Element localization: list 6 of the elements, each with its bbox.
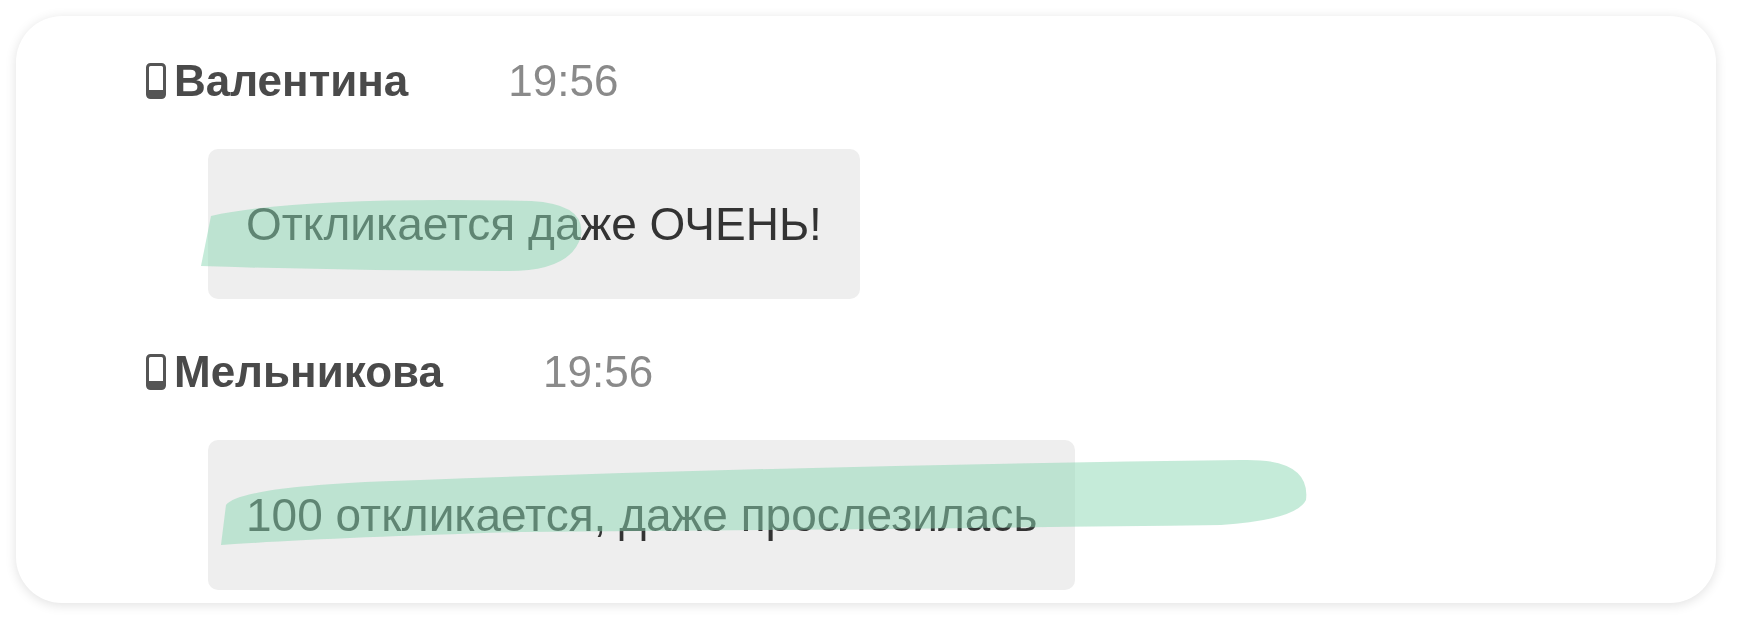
message-time: 19:56 [543,347,654,397]
sender-name: Мельникова [174,347,443,397]
phone-icon [146,63,166,99]
sender-name: Валентина [174,56,409,106]
message-time: 19:56 [508,56,619,106]
phone-icon [146,354,166,390]
